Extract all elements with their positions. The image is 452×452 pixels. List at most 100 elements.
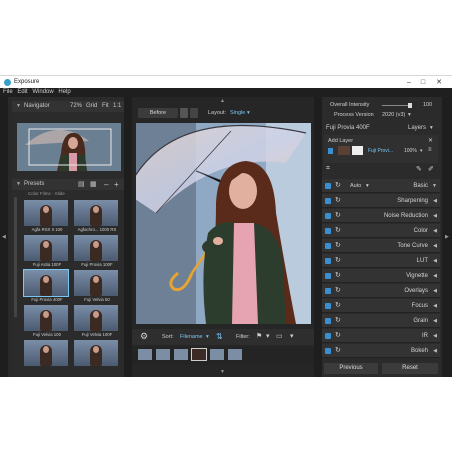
preset-tile-selected[interactable]: Fuji Provia 400F: [23, 269, 70, 303]
panel-reset-icon[interactable]: ↻: [335, 271, 341, 280]
collapse-all-icon[interactable]: –: [104, 179, 108, 190]
menu-window[interactable]: Window: [32, 88, 53, 97]
panel-reset-icon[interactable]: ↻: [335, 256, 341, 265]
navigator-fit-button[interactable]: Fit: [102, 101, 109, 112]
menu-edit[interactable]: Edit: [17, 88, 27, 97]
filmstrip-thumbnail[interactable]: [174, 349, 188, 360]
panel-enable-toggle[interactable]: [325, 333, 331, 339]
compare-view-icon[interactable]: [190, 108, 198, 118]
filmstrip-thumbnail[interactable]: [138, 349, 152, 360]
intensity-slider-handle[interactable]: [408, 103, 412, 108]
panel-overlays[interactable]: ↻ Overlays ◀: [322, 284, 440, 298]
crop-icon[interactable]: ⌗: [326, 165, 330, 173]
chevron-down-icon[interactable]: ▾: [247, 110, 250, 116]
panel-enable-toggle[interactable]: [325, 303, 331, 309]
layer-name[interactable]: Fuji Provi...: [368, 148, 393, 154]
filmstrip-thumbnail-selected[interactable]: [191, 348, 207, 361]
panel-grain[interactable]: ↻ Grain ◀: [322, 314, 440, 328]
chevron-down-icon[interactable]: ▾: [206, 334, 209, 340]
chevron-down-icon[interactable]: ▾: [420, 148, 423, 154]
before-button[interactable]: Before: [138, 108, 178, 118]
preset-tile[interactable]: Fuji Velvia 50: [74, 270, 120, 303]
chevron-down-icon[interactable]: ▾: [366, 183, 369, 189]
panel-reset-icon[interactable]: ↻: [335, 181, 341, 190]
brush-icon[interactable]: ✎: [416, 165, 422, 173]
preset-tile[interactable]: Fuji Astia 100F: [24, 235, 70, 268]
main-photo[interactable]: [136, 123, 311, 324]
eyedropper-icon[interactable]: ✐: [428, 165, 434, 173]
layer-visibility-toggle[interactable]: [328, 148, 333, 154]
filmstrip-thumbnail[interactable]: [156, 349, 170, 360]
collapse-left-icon[interactable]: ◀: [2, 234, 6, 240]
close-icon[interactable]: ✕: [434, 78, 444, 87]
process-version-dropdown[interactable]: 2020 (v3): [382, 112, 405, 118]
layout-dropdown[interactable]: Single: [230, 110, 245, 116]
panel-noise-reduction[interactable]: ↻ Noise Reduction ◀: [322, 209, 440, 223]
overall-intensity-value[interactable]: 100: [423, 102, 432, 108]
chevron-down-icon[interactable]: ▾: [266, 332, 270, 340]
preset-tile[interactable]: Agfachro... 1000 RS: [74, 200, 120, 233]
layer-mask-thumbnail[interactable]: [352, 146, 363, 155]
chevron-down-icon[interactable]: ▾: [408, 112, 411, 118]
panel-reset-icon[interactable]: ↻: [335, 196, 341, 205]
chevron-down-icon[interactable]: ▾: [290, 332, 294, 340]
preset-tile[interactable]: Fuji Provia 100F: [74, 235, 120, 268]
list-view-icon[interactable]: ▤: [78, 179, 85, 190]
add-layer-button[interactable]: Add Layer: [328, 138, 353, 144]
panel-enable-toggle[interactable]: [325, 228, 331, 234]
panel-reset-icon[interactable]: ↻: [335, 226, 341, 235]
filmstrip-thumbnail[interactable]: [210, 349, 224, 360]
collapse-right-icon[interactable]: ▶: [445, 234, 449, 240]
minimize-icon[interactable]: –: [404, 78, 414, 87]
comment-filter-icon[interactable]: ▭: [276, 332, 283, 340]
filmstrip-thumbnail[interactable]: [228, 349, 242, 360]
flag-filter-icon[interactable]: ⚑: [256, 332, 262, 340]
panel-enable-toggle[interactable]: [325, 348, 331, 354]
maximize-icon[interactable]: □: [418, 78, 428, 87]
collapse-top-icon[interactable]: ▲: [220, 98, 225, 104]
panel-sharpening[interactable]: ↻ Sharpening ◀: [322, 194, 440, 208]
panel-color[interactable]: ↻ Color ◀: [322, 224, 440, 238]
panel-reset-icon[interactable]: ↻: [335, 301, 341, 310]
delete-layer-icon[interactable]: ✕: [428, 137, 433, 144]
panel-ir[interactable]: ↻ IR ◀: [322, 329, 440, 343]
panel-vignette[interactable]: ↻ Vignette ◀: [322, 269, 440, 283]
layers-button[interactable]: Layers: [408, 125, 426, 131]
previous-button[interactable]: Previous: [324, 363, 378, 374]
auto-button[interactable]: Auto: [350, 183, 361, 189]
panel-tone-curve[interactable]: ↻ Tone Curve ◀: [322, 239, 440, 253]
panel-reset-icon[interactable]: ↻: [335, 211, 341, 220]
sort-direction-icon[interactable]: ⇅: [216, 332, 223, 341]
preset-tile[interactable]: Agfa RSX II 100: [24, 200, 70, 233]
panel-reset-icon[interactable]: ↻: [335, 286, 341, 295]
panel-enable-toggle[interactable]: [325, 183, 331, 189]
panel-enable-toggle[interactable]: [325, 273, 331, 279]
panel-reset-icon[interactable]: ↻: [335, 241, 341, 250]
panel-focus[interactable]: ↻ Focus ◀: [322, 299, 440, 313]
preset-tile[interactable]: [74, 340, 120, 373]
panel-reset-icon[interactable]: ↻: [335, 346, 341, 355]
panel-enable-toggle[interactable]: [325, 318, 331, 324]
layer-opacity[interactable]: 100%: [404, 148, 417, 154]
chevron-down-icon[interactable]: ▾: [430, 125, 433, 131]
panel-reset-icon[interactable]: ↻: [335, 331, 341, 340]
menu-help[interactable]: Help: [58, 88, 70, 97]
navigator-grid-button[interactable]: Grid: [86, 101, 97, 112]
sort-dropdown[interactable]: Filename: [180, 334, 203, 340]
preset-tile[interactable]: Fuji Velvia 100: [24, 305, 70, 338]
panel-enable-toggle[interactable]: [325, 288, 331, 294]
preset-tile[interactable]: [24, 340, 70, 373]
panel-enable-toggle[interactable]: [325, 258, 331, 264]
layer-menu-icon[interactable]: ≡: [428, 147, 432, 153]
panel-reset-icon[interactable]: ↻: [335, 316, 341, 325]
collapse-bottom-icon[interactable]: ▼: [220, 369, 225, 375]
add-preset-icon[interactable]: +: [114, 179, 119, 190]
reset-button[interactable]: Reset: [382, 363, 438, 374]
navigator-1to1-button[interactable]: 1:1: [113, 101, 121, 112]
panel-basic[interactable]: ↻ Auto ▾ Basic ▼: [322, 179, 440, 193]
panel-lut[interactable]: ↻ LUT ◀: [322, 254, 440, 268]
panel-enable-toggle[interactable]: [325, 198, 331, 204]
panel-enable-toggle[interactable]: [325, 213, 331, 219]
grid-view-icon[interactable]: ▦: [90, 179, 97, 190]
settings-gear-icon[interactable]: ⚙: [140, 331, 148, 342]
